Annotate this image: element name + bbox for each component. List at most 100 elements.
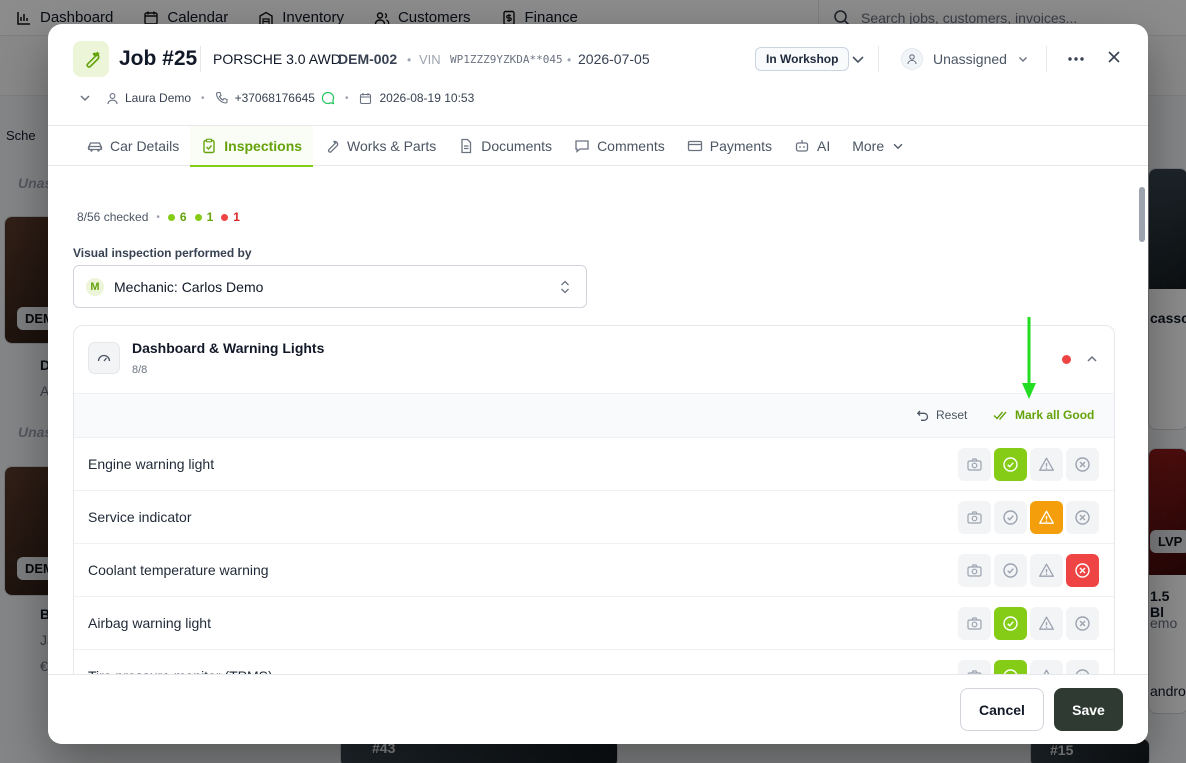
x-circle-button[interactable] bbox=[1066, 660, 1099, 674]
section-count: 8/8 bbox=[132, 364, 148, 376]
undo-icon bbox=[916, 410, 929, 421]
checked-count: 8/56 checked bbox=[77, 210, 149, 224]
x-circle-button[interactable] bbox=[1066, 554, 1099, 587]
vin-label: VIN bbox=[419, 52, 441, 67]
tab-documents[interactable]: Documents bbox=[447, 126, 563, 166]
x-circle-button[interactable] bbox=[1066, 448, 1099, 481]
tab-comments[interactable]: Comments bbox=[563, 126, 676, 166]
tab-label: Car Details bbox=[110, 138, 180, 154]
section-title: Dashboard & Warning Lights bbox=[132, 340, 325, 356]
separator-dot: • bbox=[567, 53, 572, 67]
inspection-item-label: Engine warning light bbox=[88, 456, 215, 472]
tab-works-parts[interactable]: Works & Parts bbox=[313, 126, 447, 166]
comment-icon bbox=[575, 140, 589, 153]
inspection-item-label: Service indicator bbox=[88, 509, 192, 525]
car-name: PORSCHE 3.0 AWD bbox=[213, 51, 341, 67]
assignee-select[interactable]: Unassigned bbox=[901, 48, 1029, 70]
warn-count: 1 bbox=[194, 210, 213, 224]
tab-more[interactable]: More bbox=[841, 126, 916, 166]
tab-label: More bbox=[852, 138, 885, 154]
reset-button[interactable]: Reset bbox=[916, 408, 967, 422]
check-circle-button[interactable] bbox=[994, 554, 1027, 587]
save-button[interactable]: Save bbox=[1054, 688, 1123, 731]
separator-dot: • bbox=[156, 211, 160, 223]
appointment-datetime: 2026-08-19 10:53 bbox=[379, 91, 475, 105]
camera-button[interactable] bbox=[958, 448, 991, 481]
camera-icon bbox=[967, 458, 982, 471]
double-check-icon bbox=[993, 411, 1007, 421]
mark-all-good-label: Mark all Good bbox=[1015, 408, 1095, 422]
bad-count: 1 bbox=[221, 210, 240, 224]
camera-icon bbox=[967, 564, 982, 577]
tab-car-details[interactable]: Car Details bbox=[76, 126, 190, 166]
camera-button[interactable] bbox=[958, 660, 991, 674]
warning-triangle-button[interactable] bbox=[1030, 660, 1063, 674]
separator-dot: • bbox=[407, 53, 412, 67]
close-icon[interactable] bbox=[1105, 48, 1123, 66]
annotation-arrow-icon bbox=[1022, 317, 1036, 399]
performer-label: Visual inspection performed by bbox=[73, 246, 252, 260]
tab-label: Comments bbox=[597, 138, 665, 154]
x-circle-icon bbox=[1075, 510, 1090, 525]
separator-dot: • bbox=[344, 92, 349, 104]
tab-payments[interactable]: Payments bbox=[676, 126, 783, 166]
check-circle-icon bbox=[1003, 563, 1018, 578]
chevron-up-icon[interactable] bbox=[1085, 352, 1099, 366]
x-circle-icon bbox=[1075, 563, 1090, 578]
header-divider bbox=[200, 46, 201, 72]
camera-button[interactable] bbox=[958, 554, 991, 587]
section-header[interactable]: Dashboard & Warning Lights 8/8 bbox=[74, 326, 1114, 393]
status-button[interactable]: In Workshop bbox=[755, 47, 850, 71]
header-divider bbox=[1046, 46, 1047, 72]
warning-triangle-button[interactable] bbox=[1030, 554, 1063, 587]
inspection-panel: 8/56 checked • 6 1 1 Visual inspection p… bbox=[48, 167, 1148, 674]
phone-link[interactable]: +37068176645 bbox=[215, 91, 335, 105]
performer-select[interactable]: M Mechanic: Carlos Demo bbox=[73, 265, 587, 308]
x-circle-button[interactable] bbox=[1066, 607, 1099, 640]
expand-toggle[interactable] bbox=[78, 91, 92, 105]
tab-label: Documents bbox=[481, 138, 553, 154]
warning-triangle-button[interactable] bbox=[1030, 448, 1063, 481]
clipboard-check-icon bbox=[203, 138, 215, 154]
gauge-icon bbox=[88, 342, 120, 374]
x-circle-button[interactable] bbox=[1066, 501, 1099, 534]
mark-all-good-button[interactable]: Mark all Good bbox=[993, 408, 1094, 422]
camera-icon bbox=[967, 511, 982, 524]
job-meta-row: Laura Demo • +37068176645 • 2026-08-19 1… bbox=[78, 88, 474, 108]
appointment-date: 2026-08-19 10:53 bbox=[359, 91, 475, 105]
camera-button[interactable] bbox=[958, 501, 991, 534]
warning-triangle-icon bbox=[1039, 510, 1054, 524]
customer-name: Laura Demo bbox=[125, 91, 192, 105]
phone-number: +37068176645 bbox=[234, 91, 315, 105]
check-circle-button[interactable] bbox=[994, 660, 1027, 674]
tab-label: Works & Parts bbox=[347, 138, 437, 154]
robot-icon bbox=[795, 140, 809, 152]
check-circle-icon bbox=[1003, 457, 1018, 472]
tab-ai[interactable]: AI bbox=[783, 126, 841, 166]
check-circle-button[interactable] bbox=[994, 448, 1027, 481]
tab-inspections[interactable]: Inspections bbox=[190, 126, 314, 167]
status-button-group bbox=[958, 501, 1099, 534]
customer-link[interactable]: Laura Demo bbox=[106, 91, 191, 105]
credit-card-icon bbox=[687, 140, 702, 152]
status-button-group bbox=[958, 448, 1099, 481]
inspection-summary: 8/56 checked • 6 1 1 bbox=[77, 210, 240, 224]
chevron-down-icon[interactable] bbox=[849, 50, 867, 68]
vin-value: WP1ZZZ9YZKDA**045 bbox=[450, 53, 563, 66]
camera-button[interactable] bbox=[958, 607, 991, 640]
more-options-icon[interactable] bbox=[1065, 48, 1087, 70]
chevron-down-icon bbox=[893, 143, 903, 150]
user-icon bbox=[901, 48, 923, 70]
check-circle-button[interactable] bbox=[994, 501, 1027, 534]
warning-triangle-button[interactable] bbox=[1030, 501, 1063, 534]
check-circle-button[interactable] bbox=[994, 607, 1027, 640]
inspection-item-label: Airbag warning light bbox=[88, 615, 211, 631]
x-circle-icon bbox=[1075, 457, 1090, 472]
chat-bubble-icon[interactable] bbox=[321, 91, 335, 105]
warning-triangle-icon bbox=[1039, 563, 1054, 577]
good-count: 6 bbox=[167, 210, 187, 224]
reset-label: Reset bbox=[936, 408, 968, 422]
cancel-button[interactable]: Cancel bbox=[960, 688, 1044, 731]
warning-triangle-button[interactable] bbox=[1030, 607, 1063, 640]
wrench-icon bbox=[73, 41, 109, 77]
